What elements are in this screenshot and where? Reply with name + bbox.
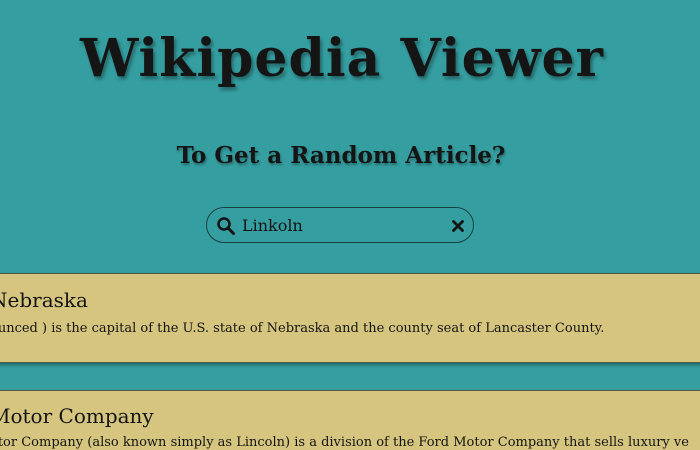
result-snippet: otor Company (also known simply as Linco… <box>0 435 689 450</box>
app-title: Wikipedia Viewer <box>80 28 604 89</box>
search-box[interactable] <box>206 207 474 243</box>
result-title[interactable]: Nebraska <box>0 288 88 312</box>
random-article-link[interactable]: To Get a Random Article? <box>0 142 682 169</box>
result-card[interactable]: Nebraska ounced ) is the capital of the … <box>0 273 700 363</box>
wikipedia-viewer-page: Wikipedia Viewer To Get a Random Article… <box>0 0 700 450</box>
result-snippet: ounced ) is the capital of the U.S. stat… <box>0 321 605 336</box>
search-input[interactable] <box>242 212 442 238</box>
result-title[interactable]: Motor Company <box>0 404 154 428</box>
search-icon[interactable] <box>216 216 236 236</box>
close-icon[interactable] <box>451 218 465 232</box>
result-card[interactable]: Motor Company otor Company (also known s… <box>0 390 700 450</box>
